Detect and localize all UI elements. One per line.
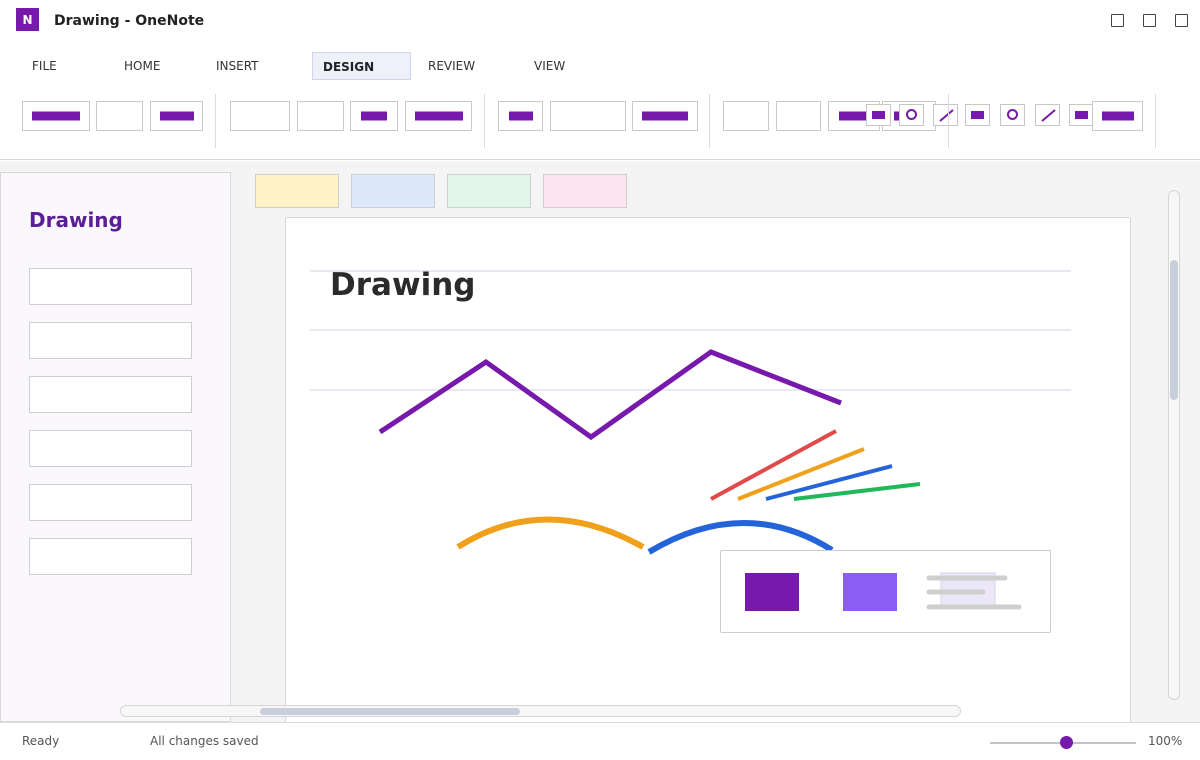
text-lines-icon[interactable] bbox=[921, 569, 1031, 619]
ribbon-button[interactable] bbox=[632, 101, 698, 131]
color-swatch[interactable] bbox=[745, 573, 799, 611]
tab-home[interactable]: HOME bbox=[114, 52, 170, 80]
onenote-app-icon: N bbox=[16, 8, 39, 31]
ribbon-separator bbox=[1155, 94, 1156, 148]
tab-review[interactable]: REVIEW bbox=[418, 52, 485, 80]
ribbon-tabs: FILE HOME INSERT DESIGN REVIEW VIEW bbox=[0, 50, 1200, 82]
zoom-slider-thumb[interactable] bbox=[1060, 736, 1073, 749]
ribbon-button[interactable] bbox=[405, 101, 472, 131]
ribbon-button[interactable] bbox=[723, 101, 769, 131]
vertical-scroll-thumb[interactable] bbox=[1170, 260, 1178, 400]
horizontal-scroll-thumb[interactable] bbox=[260, 708, 520, 715]
draw-circle-tool[interactable] bbox=[899, 104, 924, 126]
ribbon-button[interactable] bbox=[776, 101, 821, 131]
section-tab-green[interactable] bbox=[447, 174, 531, 208]
close-button[interactable] bbox=[1175, 14, 1188, 27]
ribbon-separator bbox=[709, 94, 710, 148]
page-rule-line bbox=[310, 329, 1071, 331]
ribbon-button[interactable] bbox=[96, 101, 143, 131]
minimize-button[interactable] bbox=[1111, 14, 1124, 27]
ribbon-button[interactable] bbox=[230, 101, 290, 131]
color-swatch[interactable] bbox=[843, 573, 897, 611]
shape-rectangle-tool[interactable] bbox=[965, 104, 990, 126]
maximize-button[interactable] bbox=[1143, 14, 1156, 27]
horizontal-scrollbar[interactable] bbox=[120, 705, 961, 717]
ribbon-separator bbox=[484, 94, 485, 148]
shape-circle-tool[interactable] bbox=[1000, 104, 1025, 126]
color-palette-popup bbox=[720, 550, 1051, 633]
page-list-item[interactable] bbox=[29, 484, 192, 521]
ribbon-button[interactable] bbox=[350, 101, 398, 131]
ribbon-button[interactable] bbox=[498, 101, 543, 131]
ribbon-button[interactable] bbox=[1092, 101, 1143, 131]
page-list-item[interactable] bbox=[29, 322, 192, 359]
onenote-window: N Drawing - OneNote FILE HOME INSERT DES… bbox=[0, 0, 1200, 760]
line-icon bbox=[1041, 109, 1056, 122]
ribbon-button[interactable] bbox=[22, 101, 90, 131]
page-rule-line bbox=[310, 389, 1071, 391]
page-list-item[interactable] bbox=[29, 376, 192, 413]
section-tab-yellow[interactable] bbox=[255, 174, 339, 208]
shape-line-tool[interactable] bbox=[1035, 104, 1060, 126]
ribbon-separator bbox=[215, 94, 216, 148]
draw-line-tool[interactable] bbox=[933, 104, 958, 126]
save-status: All changes saved bbox=[150, 734, 259, 748]
zoom-level: 100% bbox=[1148, 734, 1183, 748]
page-list-item[interactable] bbox=[29, 538, 192, 575]
title-bar: N Drawing - OneNote bbox=[0, 0, 1200, 42]
window-title: Drawing - OneNote bbox=[54, 13, 205, 29]
ribbon-button[interactable] bbox=[297, 101, 344, 131]
section-tab-blue[interactable] bbox=[351, 174, 435, 208]
shape-fill-tool[interactable] bbox=[1069, 104, 1094, 126]
tab-view[interactable]: VIEW bbox=[524, 52, 575, 80]
ribbon-button[interactable] bbox=[150, 101, 203, 131]
section-tab-pink[interactable] bbox=[543, 174, 627, 208]
page-list-item[interactable] bbox=[29, 268, 192, 305]
page-title[interactable]: Drawing bbox=[330, 267, 475, 303]
page-list-item[interactable] bbox=[29, 430, 192, 467]
status-text: Ready bbox=[22, 734, 60, 748]
draw-rectangle-tool[interactable] bbox=[866, 104, 891, 126]
ribbon-separator bbox=[948, 94, 949, 148]
navigation-pane: Drawing bbox=[0, 172, 231, 722]
ribbon-toolbar bbox=[0, 88, 1200, 160]
tab-insert[interactable]: INSERT bbox=[206, 52, 269, 80]
status-bar: Ready All changes saved 100% bbox=[0, 722, 1200, 760]
ribbon-button[interactable] bbox=[550, 101, 626, 131]
section-title: Drawing bbox=[29, 208, 123, 232]
line-icon bbox=[939, 109, 954, 122]
tab-file[interactable]: FILE bbox=[22, 52, 67, 80]
tab-design[interactable]: DESIGN bbox=[312, 52, 411, 80]
